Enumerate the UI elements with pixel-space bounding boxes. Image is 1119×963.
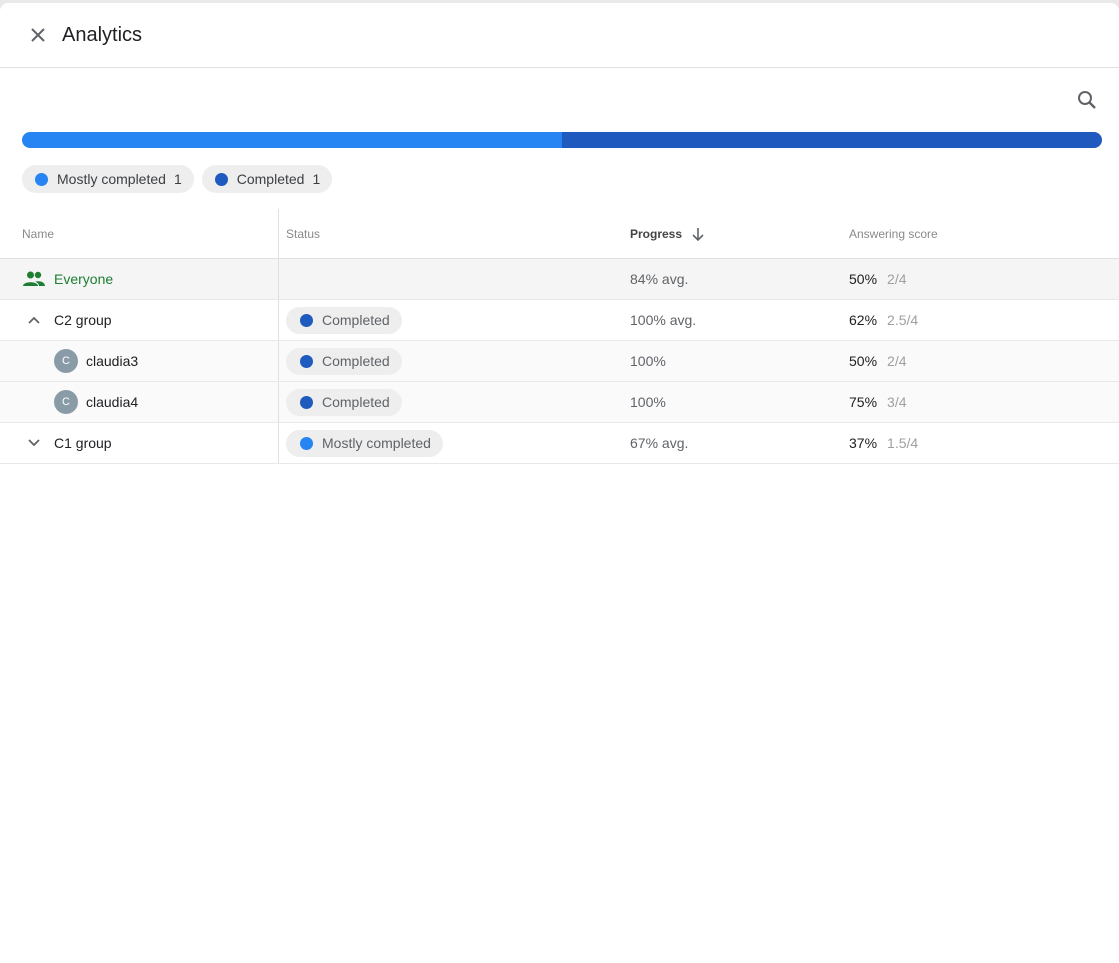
status-cell: Mostly completed xyxy=(286,423,443,463)
table-row-user[interactable]: C claudia4 Completed 100% 75% 3/4 xyxy=(0,382,1119,423)
column-divider xyxy=(278,209,279,258)
dialog-title: Analytics xyxy=(62,23,143,46)
chevron-down-icon[interactable] xyxy=(22,431,46,455)
score-fraction: 2.5/4 xyxy=(887,312,919,328)
status-label: Completed xyxy=(322,353,390,369)
legend-count: 1 xyxy=(312,171,321,187)
column-header-name[interactable]: Name xyxy=(22,209,278,258)
score-fraction: 1.5/4 xyxy=(887,435,919,451)
column-header-status[interactable]: Status xyxy=(286,209,320,258)
avatar: C xyxy=(54,349,78,373)
progress-cell: 84% avg. xyxy=(630,271,689,287)
row-name: claudia4 xyxy=(86,394,139,410)
completed-dot-icon xyxy=(214,172,228,186)
status-badge: Completed xyxy=(286,347,402,375)
column-divider xyxy=(278,382,279,422)
legend-count: 1 xyxy=(173,171,182,187)
mostly-completed-dot-icon xyxy=(35,172,48,186)
arrow-down-icon[interactable] xyxy=(690,226,706,242)
progress-cell: 100% xyxy=(630,394,666,410)
status-legend: Mostly completed 1 Completed 1 xyxy=(22,165,333,193)
mostly-completed-dot-icon xyxy=(300,436,313,450)
score-fraction: 2/4 xyxy=(887,271,907,287)
status-progress-bar xyxy=(22,132,1102,148)
people-icon xyxy=(22,267,46,291)
score-cell: 50% 2/4 xyxy=(849,259,907,299)
status-cell: Completed xyxy=(286,300,402,340)
row-name: claudia3 xyxy=(86,353,139,369)
score-cell: 62% 2.5/4 xyxy=(849,300,918,340)
status-label: Completed xyxy=(322,312,390,328)
score-percent: 37% xyxy=(849,435,878,451)
legend-chip-completed[interactable]: Completed 1 xyxy=(201,165,333,193)
row-name: C2 group xyxy=(54,312,112,328)
status-cell: Completed xyxy=(286,382,402,422)
status-badge: Completed xyxy=(286,388,402,416)
name-cell: C1 group xyxy=(22,423,278,463)
table-row-user[interactable]: C claudia3 Completed 100% 50% 2/4 xyxy=(0,341,1119,382)
name-cell: Everyone xyxy=(22,259,278,299)
progress-segment-completed xyxy=(562,132,1102,148)
table-row-group[interactable]: C1 group Mostly completed 67% avg. 37% 1… xyxy=(0,423,1119,464)
progress-segment-mostly-completed xyxy=(22,132,562,148)
column-header-score[interactable]: Answering score xyxy=(849,209,938,258)
row-name: C1 group xyxy=(54,435,112,451)
score-percent: 50% xyxy=(849,353,878,369)
score-percent: 62% xyxy=(849,312,878,328)
progress-cell: 100% xyxy=(630,353,666,369)
name-cell: C claudia3 xyxy=(22,341,278,381)
row-name: Everyone xyxy=(54,271,114,287)
completed-dot-icon xyxy=(300,313,313,327)
status-badge: Completed xyxy=(286,306,402,334)
score-cell: 50% 2/4 xyxy=(849,341,907,381)
score-cell: 75% 3/4 xyxy=(849,382,907,422)
column-divider xyxy=(278,423,279,463)
search-icon[interactable] xyxy=(1075,88,1099,112)
column-header-progress[interactable]: Progress xyxy=(630,209,706,258)
legend-label: Mostly completed xyxy=(57,171,166,187)
completed-dot-icon xyxy=(300,354,313,368)
legend-label: Completed xyxy=(236,171,305,187)
column-divider xyxy=(278,259,279,299)
status-label: Mostly completed xyxy=(322,435,431,451)
legend-chip-mostly-completed[interactable]: Mostly completed 1 xyxy=(22,165,194,193)
table-row-everyone[interactable]: Everyone 84% avg. 50% 2/4 xyxy=(0,259,1119,300)
score-percent: 75% xyxy=(849,394,878,410)
score-fraction: 3/4 xyxy=(887,394,907,410)
status-cell: Completed xyxy=(286,341,402,381)
column-divider xyxy=(278,341,279,381)
status-label: Completed xyxy=(322,394,390,410)
progress-cell: 100% avg. xyxy=(630,312,697,328)
close-icon[interactable] xyxy=(26,23,50,47)
avatar: C xyxy=(54,390,78,414)
progress-cell: 67% avg. xyxy=(630,435,689,451)
score-fraction: 2/4 xyxy=(887,353,907,369)
table-header: Name Status Progress Answering score xyxy=(0,209,1119,259)
name-cell: C claudia4 xyxy=(22,382,278,422)
status-badge: Mostly completed xyxy=(286,429,443,457)
dialog-header: Analytics xyxy=(0,3,1119,68)
score-cell: 37% 1.5/4 xyxy=(849,423,918,463)
analytics-dialog: Analytics Mostly completed 1 Completed 1… xyxy=(0,3,1119,963)
progress-header-label: Progress xyxy=(630,226,683,241)
score-percent: 50% xyxy=(849,271,878,287)
table-row-group[interactable]: C2 group Completed 100% avg. 62% 2.5/4 xyxy=(0,300,1119,341)
chevron-up-icon[interactable] xyxy=(22,308,46,332)
completed-dot-icon xyxy=(300,395,313,409)
column-divider xyxy=(278,300,279,340)
analytics-table: Name Status Progress Answering score Eve… xyxy=(0,209,1119,464)
name-cell: C2 group xyxy=(22,300,278,340)
